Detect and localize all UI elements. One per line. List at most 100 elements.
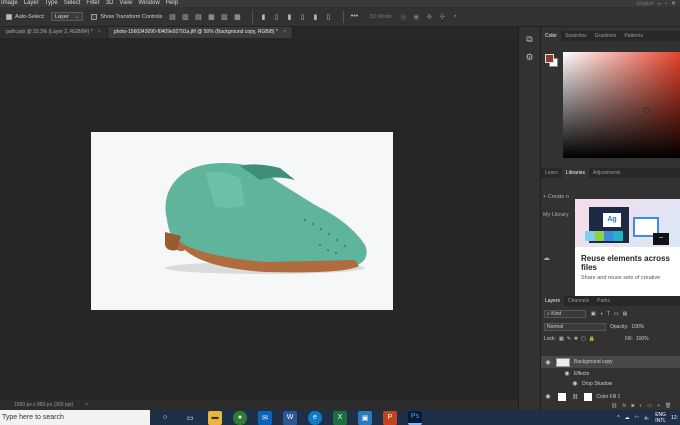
photos-icon[interactable]: ▣: [358, 410, 372, 425]
tab-photo-jfif[interactable]: photo-1560343090-f0409e92791a.jfif @ 50%…: [107, 27, 294, 38]
menu-image[interactable]: Image: [0, 0, 21, 7]
align-center-icon[interactable]: ▥: [181, 13, 189, 21]
create-new-library[interactable]: + Create n: [543, 194, 569, 200]
tab-channels[interactable]: Channels: [564, 296, 593, 306]
tab-gradients[interactable]: Gradients: [591, 31, 621, 41]
layer-row[interactable]: ◉ Background copy: [541, 356, 680, 368]
adjustment-layer-icon[interactable]: ◐: [639, 403, 642, 409]
filter-pixel-icon[interactable]: ▣: [591, 311, 596, 317]
menu-window[interactable]: Window: [135, 0, 162, 7]
lock-brush-icon[interactable]: ✎: [567, 336, 571, 342]
layer-row[interactable]: ◉ ⛓ Color Fill 1: [541, 391, 680, 402]
cortana-icon[interactable]: ○: [158, 411, 172, 425]
link-layers-icon[interactable]: ⛓: [611, 403, 617, 409]
my-library-item[interactable]: My Library: [543, 212, 569, 218]
slide-3d-icon[interactable]: ✣: [438, 13, 446, 21]
status-menu-arrow[interactable]: >: [85, 400, 88, 410]
powerpoint-icon[interactable]: P: [383, 410, 397, 425]
tab-path-psb[interactable]: path.psb @ 33.3% (Layer 2, RGB/8#) * ×: [0, 27, 108, 38]
close-icon[interactable]: ×: [283, 29, 286, 35]
layer-kind-dropdown[interactable]: ⌕ Kind: [544, 309, 586, 318]
tab-swatches[interactable]: Swatches: [561, 31, 591, 41]
clock[interactable]: 12:: [671, 415, 678, 421]
tab-layers[interactable]: Layers: [541, 296, 565, 306]
window-minimize-icon[interactable]: –: [657, 1, 660, 7]
mail-icon[interactable]: ✉: [258, 410, 272, 425]
filter-adjustment-icon[interactable]: ◑: [600, 311, 603, 317]
auto-select-checkbox[interactable]: [6, 13, 12, 20]
chrome-icon[interactable]: ●: [233, 410, 247, 425]
edge-icon[interactable]: e: [308, 410, 322, 425]
tab-adjustments[interactable]: Adjustments: [589, 168, 625, 178]
distribute-left-icon[interactable]: ▯: [298, 13, 306, 21]
new-layer-icon[interactable]: +: [657, 403, 660, 409]
distribute-top-icon[interactable]: ▮: [259, 13, 267, 21]
close-icon[interactable]: ×: [98, 29, 101, 35]
trash-icon[interactable]: 🗑: [665, 403, 671, 409]
lock-artboard-icon[interactable]: ▢: [581, 336, 586, 342]
menu-type[interactable]: Type: [42, 0, 61, 7]
pan-3d-icon[interactable]: ✥: [425, 13, 433, 21]
menu-select[interactable]: Select: [61, 0, 84, 7]
color-picker-field[interactable]: [563, 52, 680, 158]
window-close-icon[interactable]: ✕: [671, 0, 676, 7]
align-left-icon[interactable]: ▤: [168, 13, 176, 21]
tab-color[interactable]: Color: [541, 31, 561, 41]
scale-3d-icon[interactable]: ▪: [451, 13, 459, 21]
layer-effects-row[interactable]: ◉ Effects: [541, 369, 680, 378]
filter-smart-icon[interactable]: ▤: [623, 311, 628, 317]
eye-icon[interactable]: ◉: [571, 380, 579, 387]
color-picker-cursor[interactable]: [643, 107, 649, 113]
menu-filter[interactable]: Filter: [83, 0, 102, 7]
menu-view[interactable]: View: [116, 0, 135, 7]
fill-value[interactable]: 100%: [636, 336, 649, 342]
distribute-right-icon[interactable]: ▯: [324, 13, 332, 21]
menu-help[interactable]: Help: [163, 0, 181, 7]
adjust-panel-icon[interactable]: ⚙: [524, 51, 536, 63]
task-view-icon[interactable]: ▭: [183, 411, 197, 425]
layer-effect-row[interactable]: ◉ Drop Shadow: [541, 379, 680, 388]
language-indicator[interactable]: ENG INTL: [655, 412, 666, 424]
filter-shape-icon[interactable]: ▭: [614, 311, 619, 317]
lock-pixels-icon[interactable]: ▦: [559, 336, 564, 342]
foreground-color-swatch[interactable]: [545, 54, 554, 63]
distribute-middle-icon[interactable]: ▯: [272, 13, 280, 21]
menu-layer[interactable]: Layer: [21, 0, 42, 7]
photoshop-icon[interactable]: Ps: [408, 410, 422, 425]
align-right-icon[interactable]: ▤: [194, 13, 202, 21]
distribute-center-icon[interactable]: ▮: [311, 13, 319, 21]
taskbar-search-box[interactable]: Type here to search: [0, 410, 150, 425]
filter-type-icon[interactable]: T: [607, 311, 610, 317]
window-restore-icon[interactable]: ▫: [665, 1, 667, 7]
chevron-up-icon[interactable]: ^: [617, 415, 619, 421]
group-icon[interactable]: ▭: [647, 403, 652, 409]
distribute-bottom-icon[interactable]: ▮: [285, 13, 293, 21]
opacity-value[interactable]: 100%: [631, 324, 644, 330]
align-middle-icon[interactable]: ▥: [220, 13, 228, 21]
align-bottom-icon[interactable]: ▦: [233, 13, 241, 21]
volume-icon[interactable]: 🔈: [644, 415, 650, 421]
orbit-3d-icon[interactable]: ◎: [399, 13, 407, 21]
eye-icon[interactable]: ◉: [563, 370, 571, 377]
more-options-icon[interactable]: •••: [350, 13, 358, 21]
align-top-icon[interactable]: ▦: [207, 13, 215, 21]
show-transform-checkbox[interactable]: [91, 13, 98, 20]
tab-paths[interactable]: Paths: [593, 296, 614, 306]
eye-icon[interactable]: ◉: [544, 393, 552, 400]
wifi-icon[interactable]: ◠: [635, 415, 639, 421]
add-mask-icon[interactable]: ◙: [631, 403, 634, 409]
properties-panel-icon[interactable]: ⧉: [524, 33, 536, 45]
excel-icon[interactable]: X: [333, 410, 347, 425]
lock-all-icon[interactable]: 🔒: [589, 336, 595, 342]
lock-move-icon[interactable]: ✥: [574, 336, 578, 342]
word-icon[interactable]: W: [283, 410, 297, 425]
eye-icon[interactable]: ◉: [544, 359, 552, 366]
menu-3d[interactable]: 3D: [103, 0, 117, 7]
tab-libraries[interactable]: Libraries: [561, 168, 589, 178]
roll-3d-icon[interactable]: ◉: [412, 13, 420, 21]
tab-patterns[interactable]: Patterns: [620, 31, 647, 41]
auto-select-dropdown[interactable]: Layer ⌄: [50, 12, 84, 21]
tab-learn[interactable]: Learn: [541, 168, 562, 178]
cloud-icon[interactable]: ☁: [625, 415, 630, 421]
file-explorer-icon[interactable]: ▬: [208, 410, 222, 425]
